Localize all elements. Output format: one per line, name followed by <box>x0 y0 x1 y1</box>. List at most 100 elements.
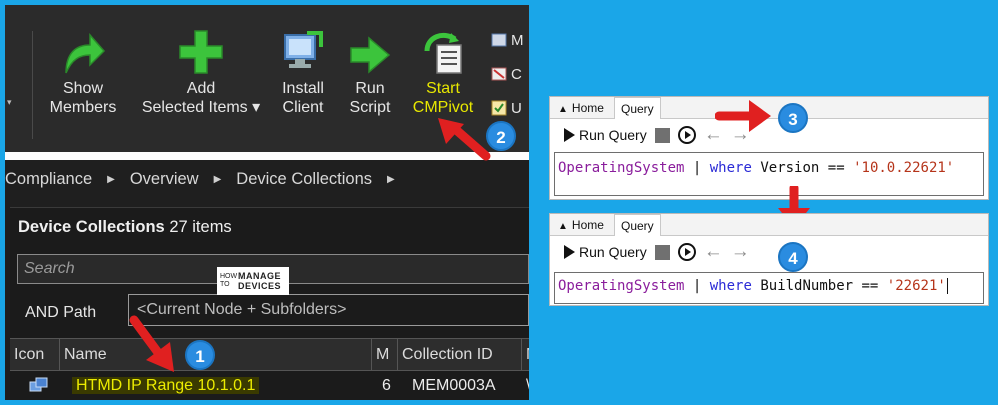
query-value: '10.0.22621' <box>853 160 955 176</box>
red-arrow-3-icon <box>715 100 771 132</box>
step-badge-2: 2 <box>486 121 516 151</box>
query-editor-2[interactable]: OperatingSystem | where BuildNumber == '… <box>554 272 984 304</box>
ribbon-small-item-u-label: U <box>511 99 522 117</box>
run-single-button[interactable] <box>677 126 696 144</box>
query-pipe: | <box>692 160 702 176</box>
run-query-button[interactable]: Run Query <box>564 127 647 143</box>
logo-manage: MANAGE <box>238 271 281 281</box>
column-header-name[interactable]: Name <box>60 339 372 370</box>
query-toolbar-2: Run Query ← → <box>550 238 988 266</box>
show-members-label: Show Members <box>49 80 117 116</box>
install-client-icon <box>273 23 333 75</box>
step-badge-3: 3 <box>778 103 808 133</box>
home-icon: ▲ <box>558 221 568 232</box>
stop-button[interactable] <box>654 127 670 143</box>
and-path-label: AND Path <box>25 304 97 321</box>
logo-text: MANAGE DEVICES <box>238 271 281 291</box>
query-operator: == <box>861 278 879 294</box>
query-editor-1[interactable]: OperatingSystem | where Version == '10.0… <box>554 152 984 196</box>
query-where: where <box>709 160 752 176</box>
grid-header: Icon Name M Collection ID M <box>10 338 529 371</box>
green-run-arrow-icon <box>341 23 399 75</box>
breadcrumb-separator-icon[interactable]: ▶ <box>387 174 395 185</box>
red-arrow-1-icon <box>129 315 174 372</box>
query-tabs-2: ▲ Home Query <box>550 214 988 236</box>
htmd-logo: HOW TO MANAGE DEVICES <box>217 267 289 295</box>
device-collection-icon <box>24 371 54 400</box>
stop-icon <box>654 244 670 260</box>
circle-play-icon <box>677 243 696 261</box>
tab-query[interactable]: Query <box>614 214 661 236</box>
panel-title: Device Collections 27 items <box>18 218 232 237</box>
stop-button[interactable] <box>654 244 670 260</box>
update-icon <box>491 100 507 116</box>
query-table: OperatingSystem <box>558 278 685 294</box>
configmgr-console: ▾ Show Members Add Selected Items ▾ Inst… <box>5 5 529 400</box>
query-field: Version <box>760 160 820 176</box>
run-query-label: Run Query <box>579 127 647 143</box>
breadcrumb-separator-icon[interactable]: ▶ <box>214 174 222 185</box>
device-collections-panel: Device Collections 27 items Search AND P… <box>10 207 529 400</box>
step-badge-1: 1 <box>185 340 215 370</box>
breadcrumb: Compliance ▶ Overview ▶ Device Collectio… <box>5 160 529 198</box>
query-value: '22621' <box>886 278 946 294</box>
play-icon <box>564 128 575 142</box>
add-selected-items-button[interactable]: Add Selected Items ▾ <box>133 23 269 117</box>
ribbon-small-item-m-label: M <box>511 31 524 49</box>
query-pipe: | <box>692 278 702 294</box>
run-query-label: Run Query <box>579 244 647 260</box>
member-count-cell: 6 <box>382 377 391 394</box>
step-badge-4: 4 <box>778 242 808 272</box>
run-single-button[interactable] <box>677 243 696 261</box>
tab-query[interactable]: Query <box>614 97 661 119</box>
ribbon-scroll-left-icon[interactable]: ▾ <box>7 97 12 108</box>
breadcrumb-device-collections[interactable]: Device Collections <box>236 170 372 189</box>
properties-icon <box>491 32 507 48</box>
show-members-button[interactable]: Show Members <box>43 23 123 117</box>
ribbon-small-item-u[interactable]: U <box>491 91 524 125</box>
ribbon-small-items: M C U <box>491 23 524 125</box>
query-where: where <box>709 278 752 294</box>
ribbon-small-item-c[interactable]: C <box>491 57 524 91</box>
run-script-label: Run Script <box>349 80 391 116</box>
panel-title-name: Device Collections <box>18 218 165 236</box>
panel-title-count: 27 items <box>169 218 232 236</box>
green-arrow-icon <box>43 23 123 75</box>
breadcrumb-separator-icon[interactable]: ▶ <box>107 174 115 185</box>
run-script-button[interactable]: Run Script <box>341 23 399 117</box>
home-icon: ▲ <box>558 104 568 115</box>
ribbon-small-item-m[interactable]: M <box>491 23 524 57</box>
breadcrumb-compliance[interactable]: Compliance <box>5 170 92 189</box>
collection-id-cell: MEM0003A <box>412 377 496 394</box>
column-header-collection-id[interactable]: Collection ID <box>398 339 522 370</box>
query-operator: == <box>827 160 845 176</box>
start-cmpivot-button[interactable]: Start CMPivot <box>405 23 481 117</box>
tab-home[interactable]: ▲ Home <box>552 214 610 236</box>
table-row[interactable]: HTMD IP Range 10.1.0.1 6 MEM0003A \ <box>10 371 529 400</box>
add-selected-items-label: Add Selected Items ▾ <box>141 80 261 116</box>
column-header-icon[interactable]: Icon <box>10 339 60 370</box>
query-field: BuildNumber <box>760 278 854 294</box>
column-header-members[interactable]: M <box>372 339 398 370</box>
tab-home[interactable]: ▲ Home <box>552 97 610 119</box>
install-client-button[interactable]: Install Client <box>273 23 333 117</box>
ribbon-small-item-c-label: C <box>511 65 522 83</box>
query-table: OperatingSystem <box>558 160 685 176</box>
ribbon-separator <box>32 31 33 139</box>
column-header-more[interactable]: M <box>522 339 529 370</box>
logo-devices: DEVICES <box>238 281 282 291</box>
breadcrumb-overview[interactable]: Overview <box>130 170 199 189</box>
text-cursor <box>946 278 948 294</box>
cmpivot-icon <box>405 23 481 75</box>
logo-how-to: HOW TO <box>220 273 238 288</box>
query-panel-2: ▲ Home Query Run Query ← → OperatingSyste… <box>549 213 989 306</box>
clear-icon <box>491 66 507 82</box>
tab-home-label: Home <box>571 101 604 115</box>
run-query-button[interactable]: Run Query <box>564 244 647 260</box>
extra-cell: \ <box>522 371 529 400</box>
install-client-label: Install Client <box>282 80 324 116</box>
circle-play-icon <box>677 126 696 144</box>
forward-arrow-icon[interactable]: → <box>731 241 750 263</box>
path-scope-dropdown[interactable]: <Current Node + Subfolders> <box>128 294 529 326</box>
back-arrow-icon[interactable]: ← <box>704 241 723 263</box>
